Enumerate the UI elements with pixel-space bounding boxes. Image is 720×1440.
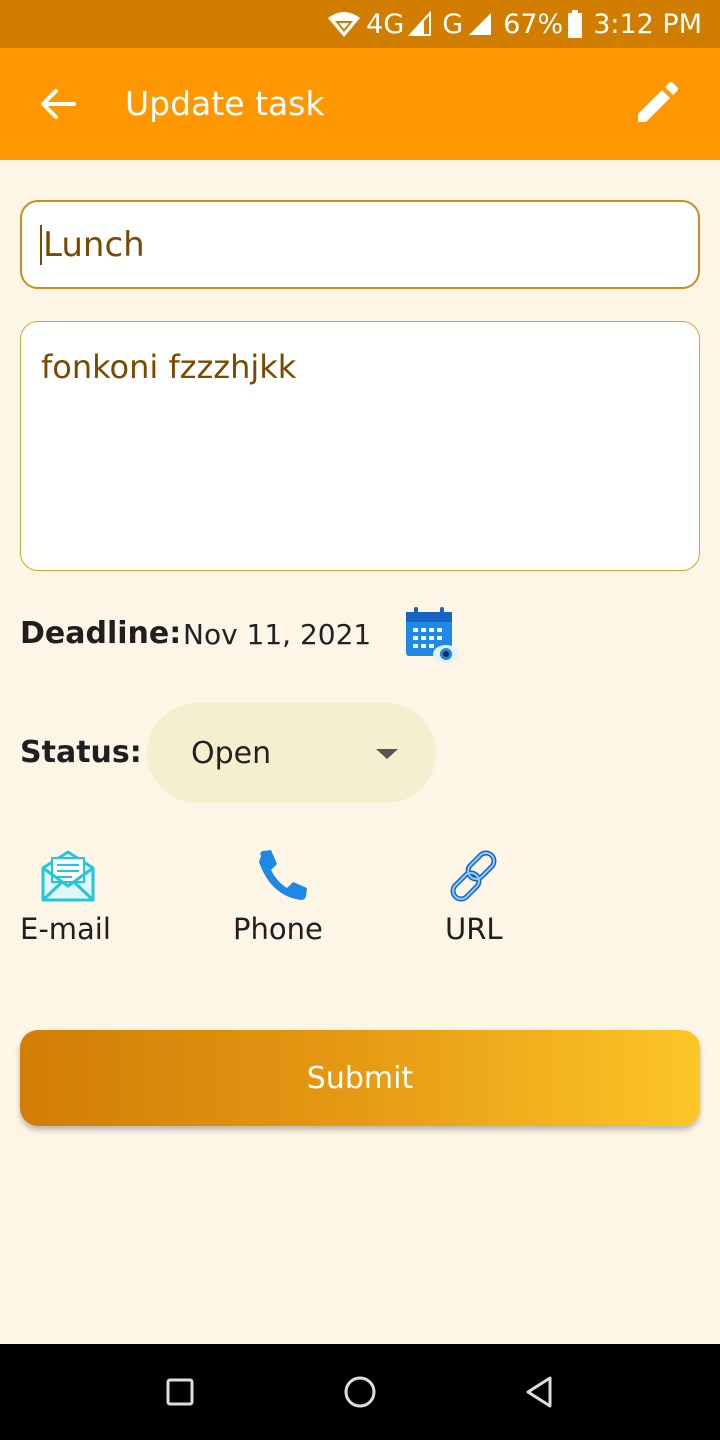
status-value: Open	[191, 735, 272, 771]
link-icon	[450, 850, 497, 902]
page-title: Update task	[125, 84, 325, 123]
task-title-value: Lunch	[43, 224, 145, 265]
url-label: URL	[445, 912, 503, 946]
wifi-icon	[328, 12, 361, 37]
phone-icon	[259, 850, 307, 900]
home-icon[interactable]	[340, 1372, 380, 1412]
text-caret	[40, 224, 42, 265]
recent-apps-icon[interactable]	[160, 1372, 200, 1412]
status-label: Status:	[20, 735, 142, 770]
network-type: 4G	[366, 8, 405, 40]
app-bar: Update task	[0, 48, 720, 160]
submit-button[interactable]: Submit	[20, 1030, 700, 1126]
deadline-value[interactable]: Nov 11, 2021	[183, 618, 371, 651]
dropdown-arrow-icon	[376, 749, 398, 759]
battery-indicator: 67%	[503, 9, 583, 40]
arrow-left-icon[interactable]	[38, 84, 78, 124]
status-bar: 4G G 67% 3:12 PM	[0, 0, 720, 48]
battery-level: 67%	[503, 8, 564, 40]
status-dropdown[interactable]: Open	[147, 703, 436, 803]
network2-indicator: G	[442, 9, 493, 40]
email-action[interactable]: E-mail	[20, 848, 111, 946]
task-title-input[interactable]: Lunch	[20, 200, 700, 289]
network-indicator: 4G	[326, 9, 432, 40]
signal2-icon	[469, 13, 492, 35]
system-nav-bar	[0, 1344, 720, 1440]
deadline-row: Deadline: Nov 11, 2021	[20, 607, 700, 663]
phone-label: Phone	[233, 912, 323, 946]
deadline-label: Deadline:	[20, 616, 182, 651]
envelope-icon	[41, 850, 95, 902]
calendar-view-icon[interactable]	[404, 606, 460, 664]
network2-type: G	[442, 8, 464, 40]
status-row: Status: Open	[20, 703, 700, 803]
pencil-icon[interactable]	[634, 82, 678, 126]
back-triangle-icon[interactable]	[520, 1372, 560, 1412]
task-description-input[interactable]: fonkoni fzzzhjkk	[20, 321, 700, 571]
url-action[interactable]: URL	[445, 848, 505, 946]
signal-icon	[408, 11, 432, 36]
battery-icon	[568, 10, 583, 38]
phone-action[interactable]: Phone	[233, 848, 323, 946]
clock: 3:12 PM	[593, 8, 702, 40]
email-label: E-mail	[20, 912, 111, 946]
task-description-value: fonkoni fzzzhjkk	[41, 348, 297, 386]
